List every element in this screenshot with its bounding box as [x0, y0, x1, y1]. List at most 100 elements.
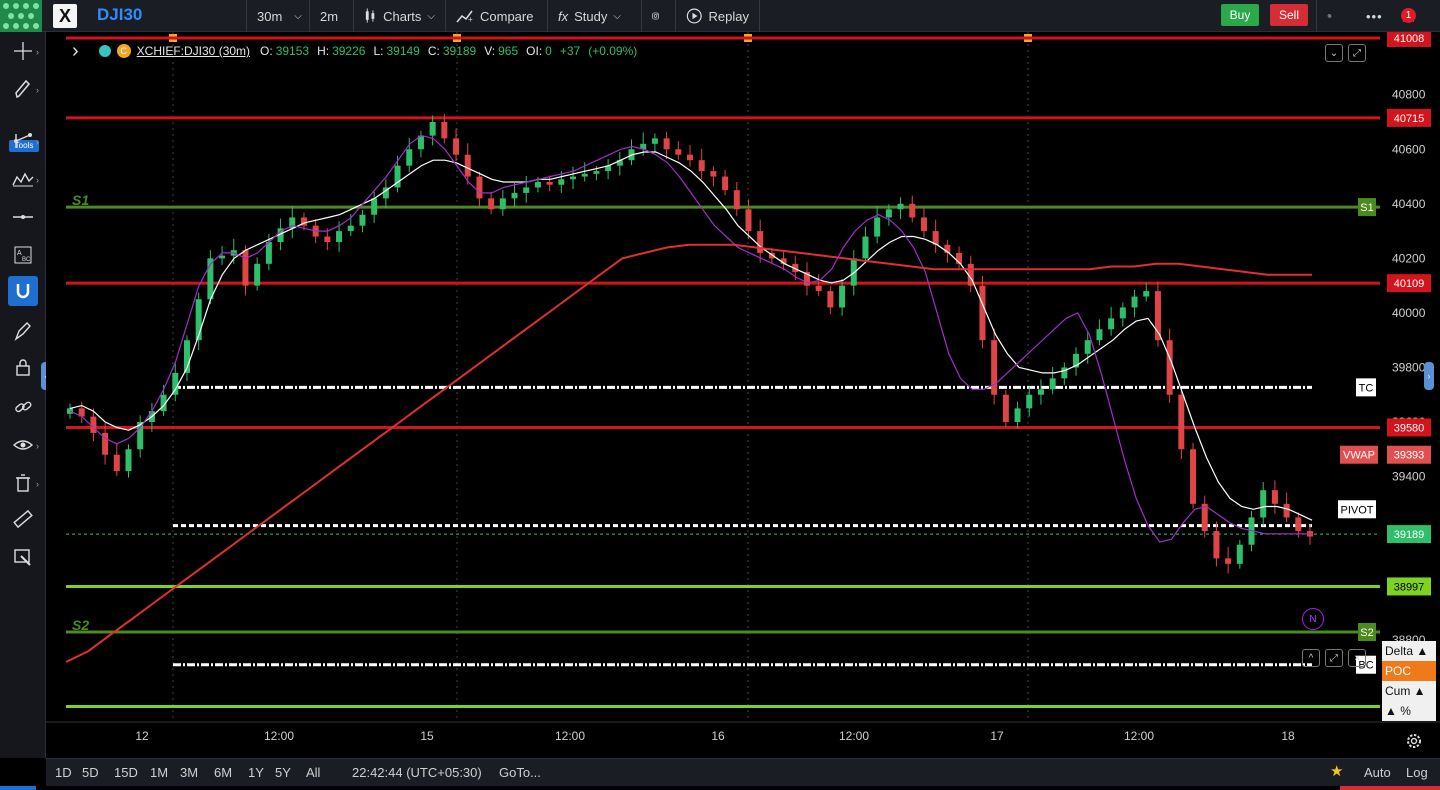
top-toolbar: X DJI30 30m ⌵ 2m Charts ⌵ + Compare fx S… [0, 0, 1440, 32]
news-indicator[interactable]: N [1302, 608, 1324, 630]
candle-body [745, 209, 752, 232]
poc-toggle[interactable]: POC [1382, 661, 1436, 681]
sell-accent-bar [1340, 786, 1440, 790]
badge-s2-text: S2 [1360, 627, 1373, 639]
link-tool[interactable] [8, 392, 38, 422]
range-6m[interactable]: 6M [214, 765, 232, 780]
magnet-tool[interactable] [8, 276, 38, 306]
candle-body [885, 209, 892, 218]
candle-body [254, 263, 261, 286]
lock-tool[interactable] [8, 352, 38, 382]
replay-button[interactable]: Replay [676, 0, 760, 32]
chevron-down-icon: ⌵ [294, 10, 302, 22]
collapse-right-panel-handle[interactable]: › [1424, 362, 1434, 390]
chevron-right-icon[interactable]: › [36, 441, 39, 451]
percent-toggle[interactable]: ▲ % [1382, 701, 1436, 721]
subpane-close-button[interactable]: × [1348, 649, 1366, 667]
study-menu-button[interactable]: fx Study ⌵ [548, 0, 642, 32]
time-tick-label: 12 [135, 729, 149, 743]
charts-menu-button[interactable]: Charts ⌵ [354, 0, 446, 32]
visibility-tool[interactable] [8, 430, 38, 460]
order-flow-panel: Delta ▲ POC Cum ▲ ▲ % [1382, 641, 1436, 721]
subpane-maximize-button[interactable]: ⤢ [1325, 649, 1343, 667]
candle-body [242, 250, 249, 286]
candle-body [920, 217, 927, 232]
price-badge-39580-text: 39580 [1394, 422, 1425, 434]
more-options-button[interactable]: ••• [1356, 0, 1390, 32]
crosshair-tool[interactable] [8, 36, 38, 66]
chevron-right-icon[interactable]: › [36, 85, 39, 95]
candle-body [581, 173, 588, 177]
candle-body [219, 255, 226, 259]
ruler-tool[interactable] [8, 504, 38, 534]
notifications-button[interactable]: 1 [1390, 0, 1430, 32]
range-1d[interactable]: 1D [55, 765, 72, 780]
candle-body [1236, 544, 1243, 564]
level-name-s1: S1 [72, 192, 89, 208]
compare-button[interactable]: + Compare [446, 0, 548, 32]
brush-tool[interactable] [8, 316, 38, 346]
price-badge-38997: 38997 [1387, 577, 1431, 596]
log-scale-button[interactable]: Log [1406, 765, 1428, 780]
text-tool[interactable]: A BC [8, 240, 38, 270]
x-logo-button[interactable]: X [53, 4, 77, 28]
range-5d[interactable]: 5D [82, 765, 99, 780]
badge-vwap-value-text: 39393 [1394, 450, 1425, 462]
replay-label: Replay [708, 8, 749, 24]
range-5y[interactable]: 5Y [275, 765, 291, 780]
delta-toggle[interactable]: Delta ▲ [1382, 641, 1436, 661]
price-chart[interactable]: S1S2 41000408004060040400402004000039800… [46, 32, 1440, 758]
horizontal-line-icon [13, 215, 33, 219]
buy-button[interactable]: Buy [1221, 4, 1259, 26]
screenshot-tool[interactable] [8, 542, 38, 572]
trendline-tool[interactable] [8, 126, 38, 156]
interval-2m-button[interactable]: 2m [310, 0, 354, 32]
pane-maximize-button[interactable]: ⤢ [1348, 44, 1366, 62]
pane-collapse-button[interactable]: ⌄ [1325, 44, 1343, 62]
candle-body [125, 449, 132, 472]
range-15d[interactable]: 15D [114, 765, 138, 780]
candle-body [546, 182, 553, 185]
range-1y[interactable]: 1Y [248, 765, 264, 780]
delete-tool[interactable] [8, 468, 38, 498]
candle-body [1061, 367, 1068, 379]
instagram-button[interactable] [642, 0, 676, 32]
settings-button[interactable] [1316, 0, 1348, 32]
chevron-down-icon: ⌵ [427, 10, 435, 22]
candle-body [757, 231, 764, 253]
volume-key: V: [484, 44, 496, 58]
cum-toggle[interactable]: Cum ▲ [1382, 681, 1436, 701]
goto-button[interactable]: GoTo... [499, 765, 541, 780]
star-icon[interactable]: ★ [1330, 762, 1343, 780]
sell-button[interactable]: Sell [1270, 4, 1308, 26]
chevron-right-icon[interactable]: › [72, 40, 79, 63]
interval-select[interactable]: 30m ⌵ [246, 0, 310, 32]
price-tick-label: 40800 [1392, 88, 1426, 102]
price-badge-38997-text: 38997 [1394, 581, 1425, 593]
auto-scale-button[interactable]: Auto [1364, 765, 1391, 780]
app-logo[interactable] [0, 0, 42, 32]
pattern-tool[interactable] [8, 164, 38, 194]
time-tick-label: 12:00 [1124, 729, 1154, 743]
symbol-name[interactable]: DJI30 [97, 5, 142, 25]
subpane-up-button[interactable]: ^ [1302, 649, 1320, 667]
candle-body [1119, 307, 1126, 319]
pencil-tool[interactable] [8, 74, 38, 104]
chevron-right-icon[interactable]: › [36, 175, 39, 185]
candle-body [991, 340, 998, 395]
candle-body [722, 176, 729, 191]
status-dot [98, 45, 111, 57]
range-all[interactable]: All [306, 765, 320, 780]
chevron-right-icon[interactable]: › [36, 137, 39, 147]
link-icon [15, 401, 32, 413]
candle-body [113, 454, 120, 472]
horizontal-line-tool[interactable] [8, 202, 38, 232]
candle-body [1260, 490, 1267, 518]
chart-settings-button[interactable] [1403, 730, 1425, 752]
legend-symbol[interactable]: XCHIEF:DJI30 (30m) [137, 44, 250, 58]
range-3m[interactable]: 3M [180, 765, 198, 780]
chevron-right-icon[interactable]: › [36, 47, 39, 57]
range-1m[interactable]: 1M [150, 765, 168, 780]
text-abc-icon: ABC [14, 246, 32, 264]
chevron-right-icon[interactable]: › [36, 479, 39, 489]
